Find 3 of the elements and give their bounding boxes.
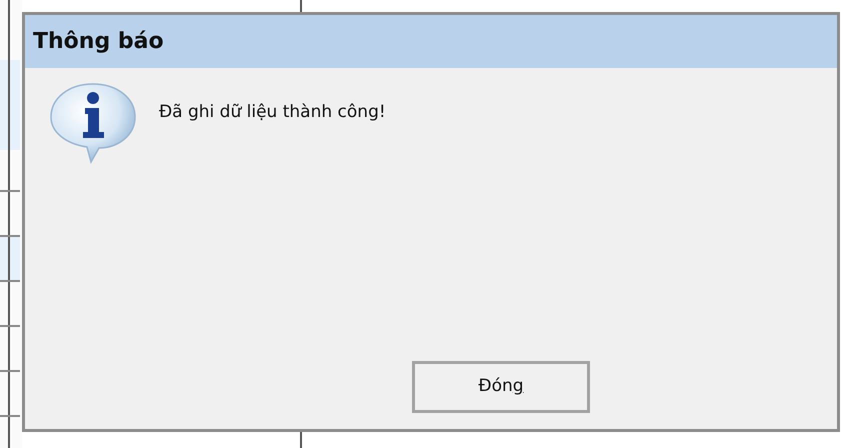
- dialog-title: Thông báo: [33, 28, 164, 56]
- close-button[interactable]: Đóng: [412, 361, 590, 413]
- message-text: Đã ghi dữ liệu thành công!: [159, 101, 386, 124]
